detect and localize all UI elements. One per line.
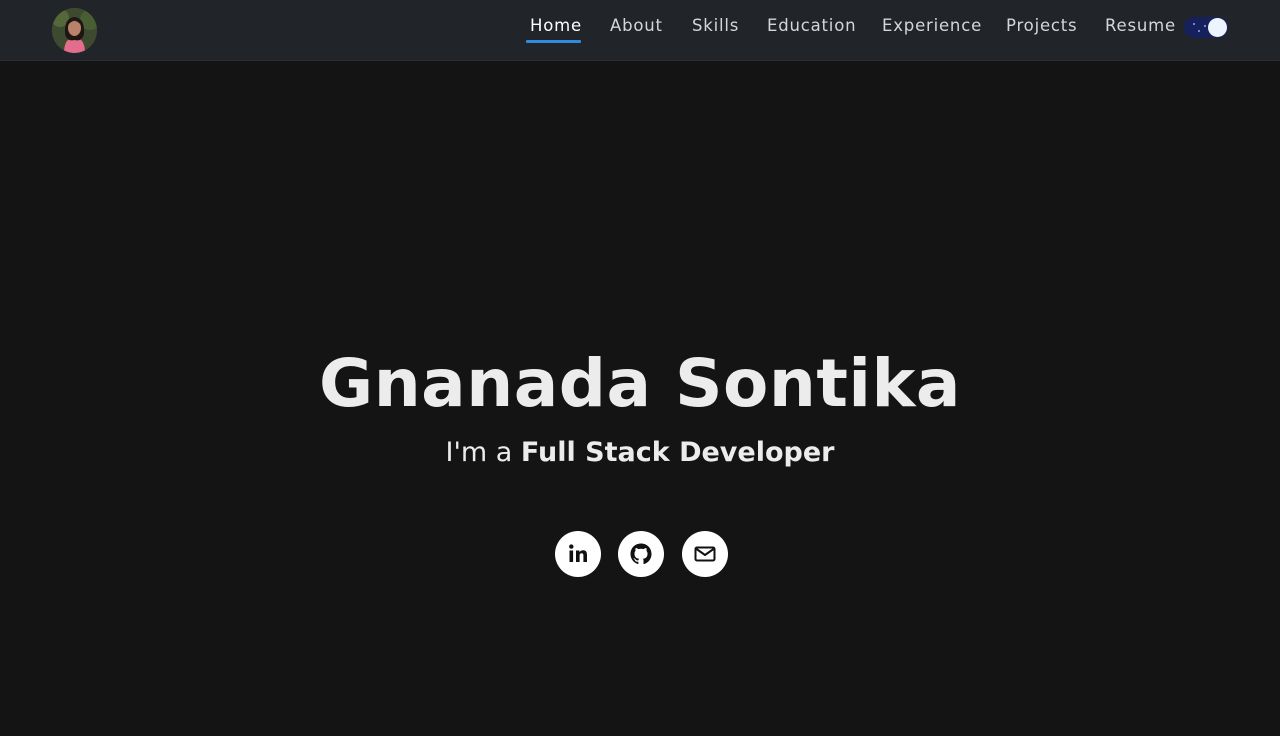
- nav-projects[interactable]: Projects: [1006, 14, 1077, 42]
- hero-role-line: I'm a Full Stack Developer: [0, 435, 1280, 471]
- role-title: Full Stack Developer: [520, 437, 835, 468]
- hero-name: Gnanada Sontika: [319, 345, 961, 422]
- navbar: Home About Skills Education Experience P…: [0, 0, 1280, 61]
- linkedin-button[interactable]: [555, 531, 601, 577]
- nav-education[interactable]: Education: [767, 14, 856, 42]
- theme-toggle[interactable]: [1184, 17, 1228, 38]
- nav-skills[interactable]: Skills: [692, 14, 739, 42]
- email-button[interactable]: [682, 531, 728, 577]
- nav-resume[interactable]: Resume: [1105, 14, 1176, 42]
- role-prefix: I'm a: [445, 437, 521, 468]
- toggle-knob: [1208, 18, 1227, 37]
- nav-home[interactable]: Home: [530, 14, 582, 42]
- nav-about[interactable]: About: [610, 14, 663, 42]
- mail-icon: [694, 546, 716, 562]
- nav-experience[interactable]: Experience: [882, 14, 982, 42]
- github-icon: [630, 543, 652, 565]
- star-icon: [1198, 30, 1200, 32]
- active-nav-indicator: [526, 40, 581, 43]
- star-icon: [1193, 23, 1195, 25]
- linkedin-icon: [569, 544, 587, 562]
- profile-avatar[interactable]: [52, 8, 97, 53]
- avatar-portrait: [52, 8, 97, 53]
- star-icon: [1204, 25, 1206, 27]
- github-button[interactable]: [618, 531, 664, 577]
